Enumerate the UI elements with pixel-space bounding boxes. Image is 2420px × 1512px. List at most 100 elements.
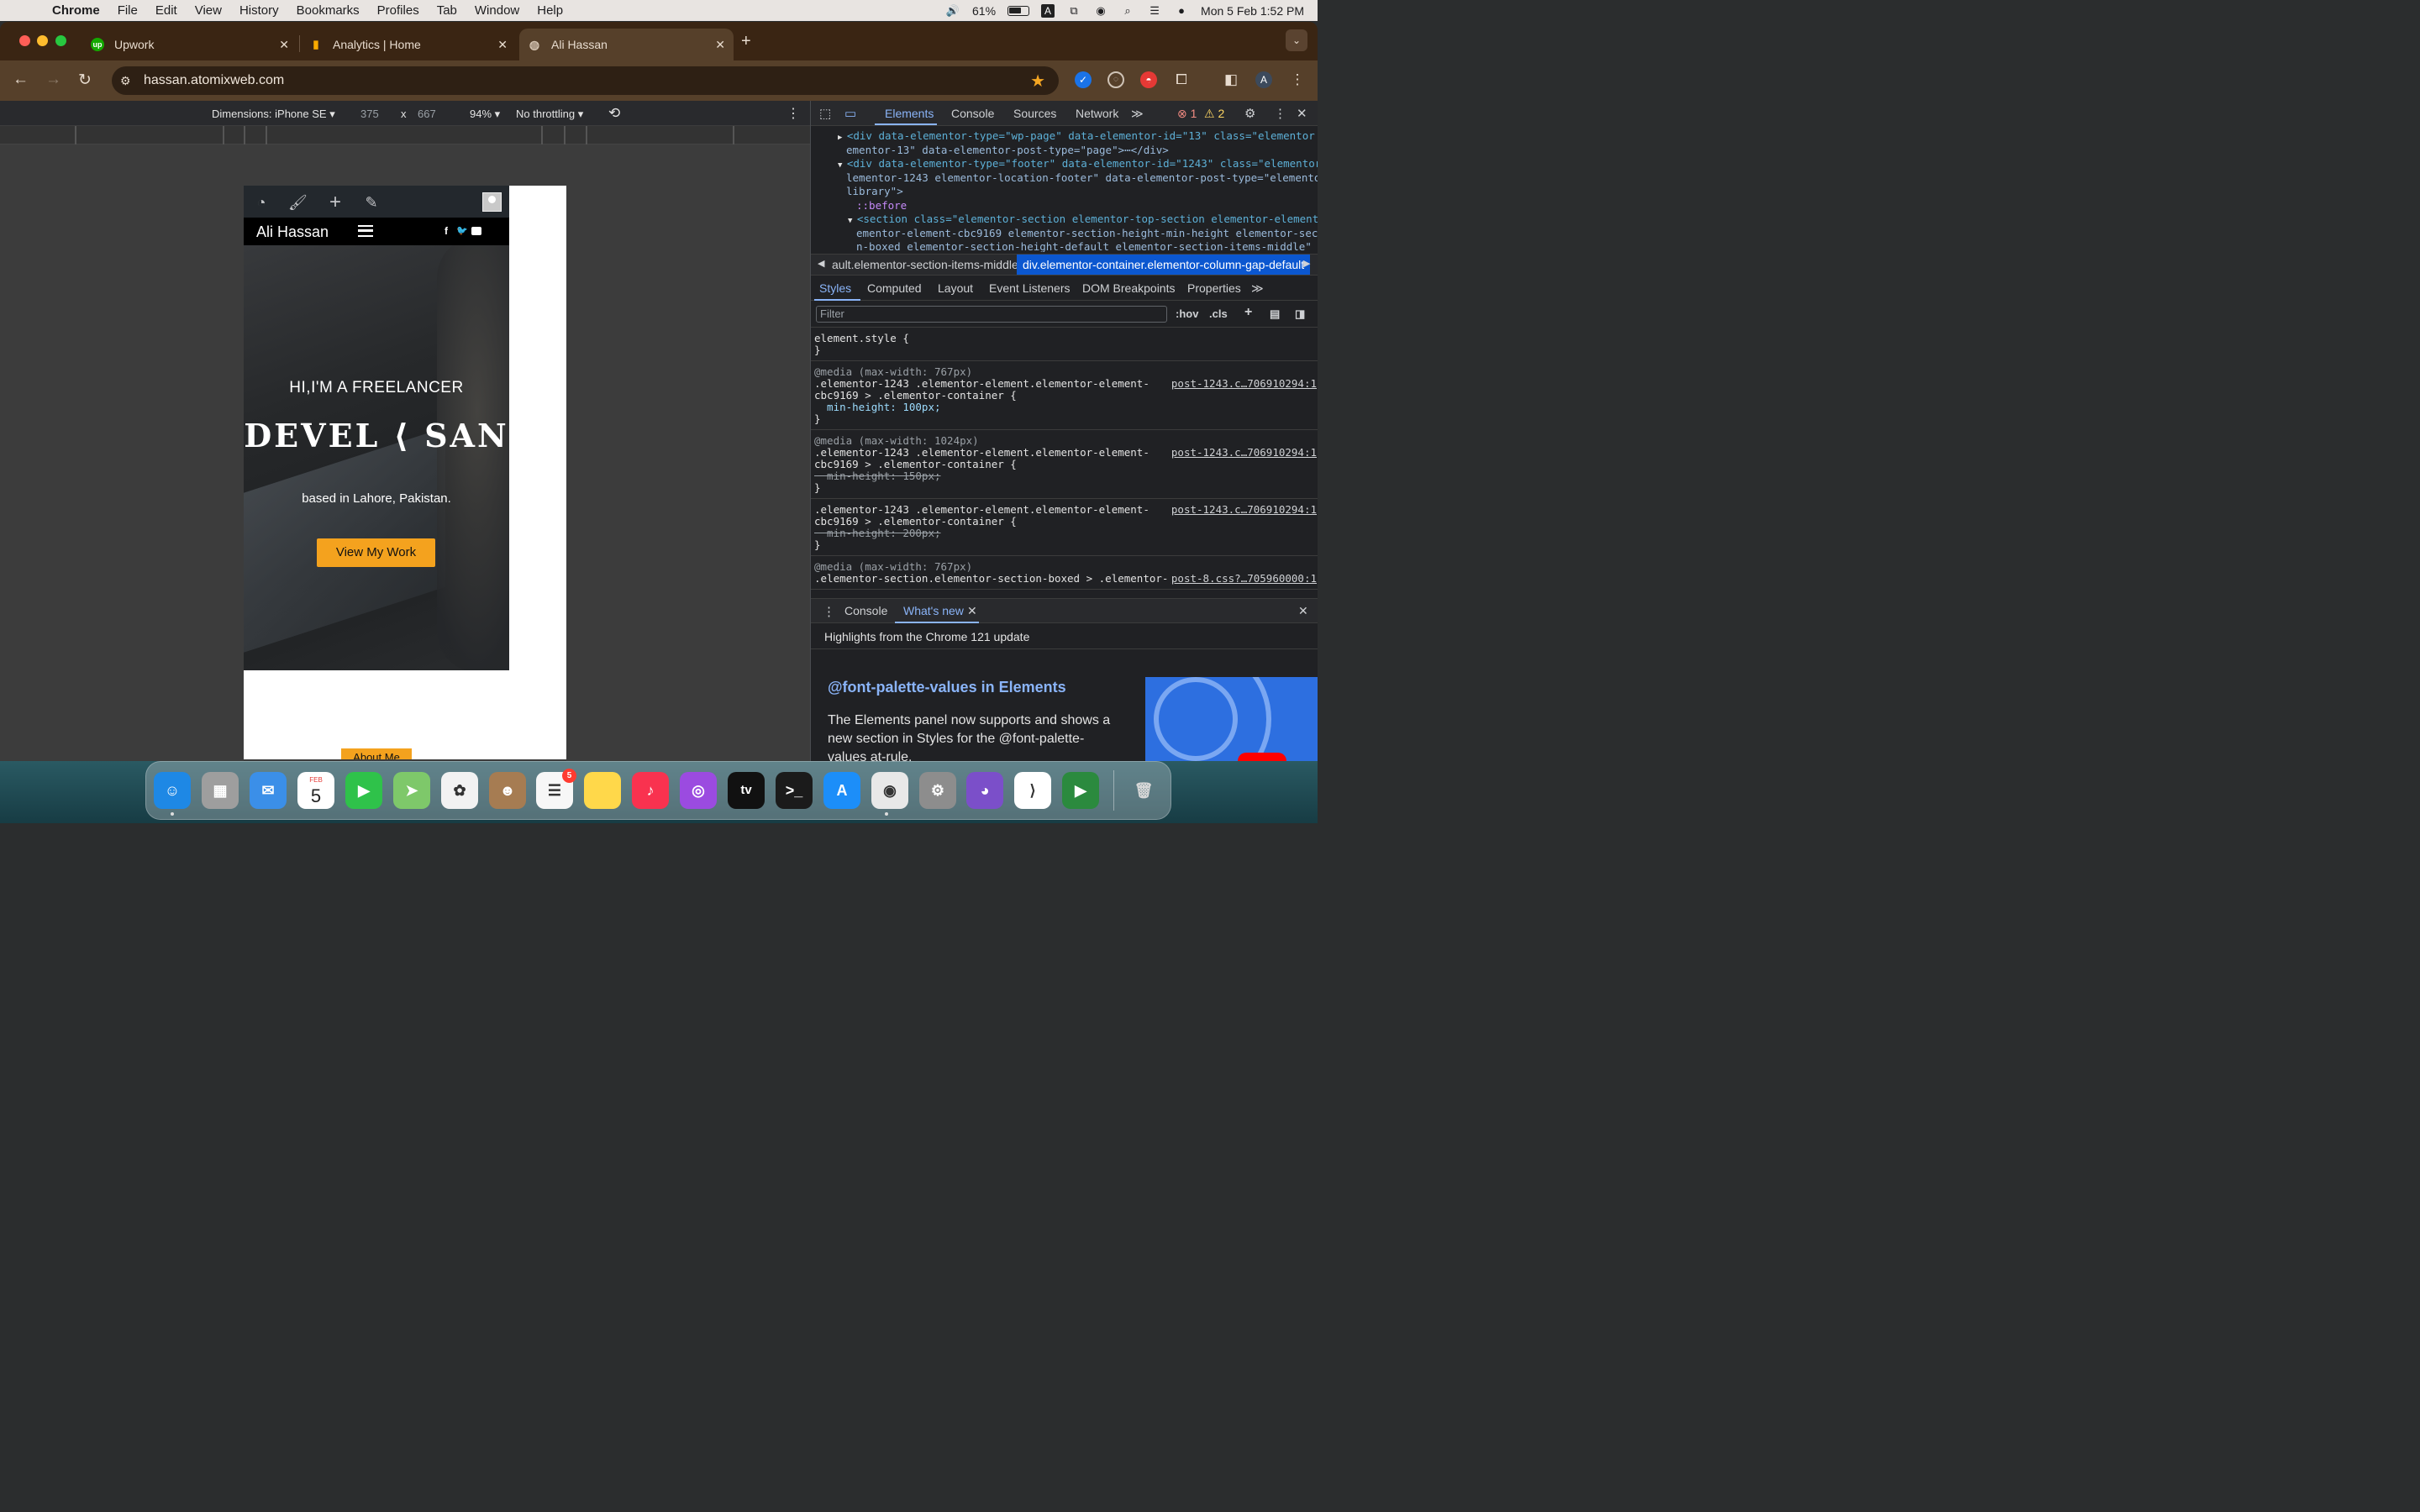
- tv-dock-icon[interactable]: tv: [728, 772, 765, 809]
- device-width-input[interactable]: 375: [360, 108, 379, 120]
- system-settings-dock-icon[interactable]: ⚙: [919, 772, 956, 809]
- dom-node-line[interactable]: n-boxed elementor-section-height-default…: [856, 240, 1312, 252]
- whats-new-feature-title[interactable]: @font-palette-values in Elements: [828, 679, 1066, 696]
- site-info-icon[interactable]: ⚙: [120, 74, 135, 88]
- tab-analytics[interactable]: ▮ Analytics | Home ✕: [301, 29, 516, 60]
- app-store-dock-icon[interactable]: A: [823, 772, 860, 809]
- close-window-button[interactable]: [19, 35, 30, 46]
- subtab-event-listeners[interactable]: Event Listeners: [989, 281, 1071, 295]
- rotate-icon[interactable]: ⟲: [608, 105, 620, 122]
- podcasts-dock-icon[interactable]: ◎: [680, 772, 717, 809]
- tab-console[interactable]: Console: [951, 107, 994, 120]
- style-source-link[interactable]: post-1243.c…706910294:1: [1171, 447, 1317, 459]
- menu-profiles[interactable]: Profiles: [377, 3, 419, 18]
- volume-icon[interactable]: 🔊: [945, 4, 960, 17]
- bookmark-star-icon[interactable]: ★: [1030, 71, 1045, 92]
- zoom-select[interactable]: 94% ▾: [470, 108, 500, 121]
- tab-elements[interactable]: Elements: [885, 107, 934, 120]
- menu-tab[interactable]: Tab: [437, 3, 457, 18]
- meet-dock-icon[interactable]: ▶: [1062, 772, 1099, 809]
- siri-icon[interactable]: ●: [1174, 4, 1189, 17]
- device-dimensions-select[interactable]: Dimensions: iPhone SE ▾: [212, 108, 335, 121]
- side-panel-icon[interactable]: ◧: [1223, 71, 1239, 88]
- close-drawer-icon[interactable]: ✕: [1298, 604, 1308, 618]
- style-rule[interactable]: @media (max-width: 1024px) .elementor-124…: [811, 432, 1318, 499]
- breadcrumb-right-arrow-icon[interactable]: ▶: [1303, 258, 1310, 269]
- back-button[interactable]: ←: [13, 71, 29, 89]
- menu-bookmarks[interactable]: Bookmarks: [297, 3, 360, 18]
- menu-file[interactable]: File: [118, 3, 138, 18]
- inspect-element-icon[interactable]: ⬚: [819, 106, 831, 121]
- collapse-arrow-icon[interactable]: ▼: [848, 217, 857, 225]
- subtab-properties[interactable]: Properties: [1187, 281, 1241, 295]
- subtab-computed[interactable]: Computed: [867, 281, 922, 295]
- menu-history[interactable]: History: [239, 3, 279, 18]
- contacts-dock-icon[interactable]: ☻: [489, 772, 526, 809]
- site-title[interactable]: Ali Hassan: [256, 223, 329, 241]
- style-rule[interactable]: @media (max-width: 767px) .elementor-1243…: [811, 363, 1318, 430]
- customize-brush-icon[interactable]: 🖌: [288, 193, 308, 212]
- battery-icon[interactable]: [1007, 5, 1030, 16]
- extensions-puzzle-icon[interactable]: ⧠: [1173, 71, 1190, 88]
- drawer-tab-whats-new[interactable]: What's new: [903, 604, 964, 617]
- tab-sources[interactable]: Sources: [1013, 107, 1056, 120]
- about-me-label[interactable]: About Me: [341, 748, 412, 759]
- app-menu[interactable]: Chrome: [52, 3, 100, 18]
- menu-window[interactable]: Window: [475, 3, 519, 18]
- chrome-menu-icon[interactable]: ⋮: [1289, 71, 1306, 88]
- new-style-rule-icon[interactable]: +: [1244, 305, 1252, 320]
- style-rule[interactable]: .elementor-1243 .elementor-element.eleme…: [811, 501, 1318, 556]
- dashboard-icon[interactable]: ◔: [252, 193, 271, 212]
- collapse-arrow-icon[interactable]: ▼: [838, 161, 847, 170]
- profile-avatar[interactable]: A: [1255, 71, 1272, 88]
- input-source-icon[interactable]: A: [1041, 3, 1055, 18]
- chrome-dock-icon[interactable]: ◉: [871, 772, 908, 809]
- hover-state-toggle[interactable]: :hov: [1176, 307, 1198, 320]
- warning-count[interactable]: ⚠ 2: [1204, 107, 1224, 121]
- menu-view[interactable]: View: [195, 3, 222, 18]
- throttling-select[interactable]: No throttling ▾: [516, 108, 583, 121]
- tab-search-button[interactable]: ⌄: [1286, 29, 1307, 51]
- subtab-layout[interactable]: Layout: [938, 281, 973, 295]
- close-devtools-icon[interactable]: ✕: [1297, 106, 1307, 121]
- facetime-dock-icon[interactable]: ▶: [345, 772, 382, 809]
- user-switch-icon[interactable]: ◉: [1093, 4, 1108, 17]
- reload-button[interactable]: ↻: [78, 71, 92, 90]
- styles-filter-input[interactable]: Filter: [816, 306, 1167, 323]
- zoom-window-button[interactable]: [55, 35, 66, 46]
- paint-brush-icon[interactable]: ▤: [1270, 307, 1280, 321]
- menu-help[interactable]: Help: [537, 3, 563, 18]
- view-my-work-button[interactable]: View My Work: [317, 538, 435, 567]
- photos-dock-icon[interactable]: ✿: [441, 772, 478, 809]
- class-toggle[interactable]: .cls: [1209, 307, 1228, 320]
- error-count[interactable]: ⊗ 1: [1177, 107, 1197, 121]
- control-center-icon[interactable]: ☰: [1147, 4, 1162, 17]
- tab-network[interactable]: Network: [1076, 107, 1118, 120]
- menu-edit[interactable]: Edit: [155, 3, 177, 18]
- minimize-window-button[interactable]: [37, 35, 48, 46]
- user-avatar[interactable]: [482, 192, 502, 212]
- more-subtabs-icon[interactable]: ≫: [1251, 281, 1264, 296]
- style-rule[interactable]: @media (max-width: 767px) .elementor-sect…: [811, 558, 1318, 590]
- spotlight-search-icon[interactable]: ⌕: [1120, 4, 1135, 17]
- edit-pencil-icon[interactable]: ✎: [362, 193, 381, 212]
- breadcrumb-prev[interactable]: ault.elementor-section-items-middle: [832, 258, 1018, 271]
- facebook-icon[interactable]: f: [445, 225, 448, 237]
- notes-dock-icon[interactable]: [584, 772, 621, 809]
- finder-dock-icon[interactable]: ☺: [154, 772, 191, 809]
- checkmark-extension-icon[interactable]: ✓: [1075, 71, 1092, 88]
- sync-extension-icon[interactable]: ◌: [1107, 71, 1124, 88]
- twitter-icon[interactable]: 🐦: [456, 225, 468, 236]
- hamburger-menu-icon[interactable]: [358, 225, 373, 237]
- screen-mirroring-icon[interactable]: ⧉: [1066, 4, 1081, 17]
- drawer-tab-console[interactable]: Console: [844, 604, 887, 617]
- whats-new-video-thumbnail[interactable]: [1145, 677, 1318, 761]
- device-height-input[interactable]: 667: [418, 108, 436, 120]
- forward-button[interactable]: →: [45, 71, 61, 89]
- address-bar[interactable]: ⚙ hassan.atomixweb.com ★: [112, 66, 1059, 95]
- close-tab-icon[interactable]: ✕: [715, 38, 725, 52]
- close-tab-icon[interactable]: ✕: [279, 38, 289, 52]
- breadcrumb-current[interactable]: div.elementor-container.elementor-column…: [1017, 255, 1311, 275]
- reminders-dock-icon[interactable]: ☰ 5: [536, 769, 576, 809]
- expand-arrow-icon[interactable]: ▶: [838, 134, 847, 142]
